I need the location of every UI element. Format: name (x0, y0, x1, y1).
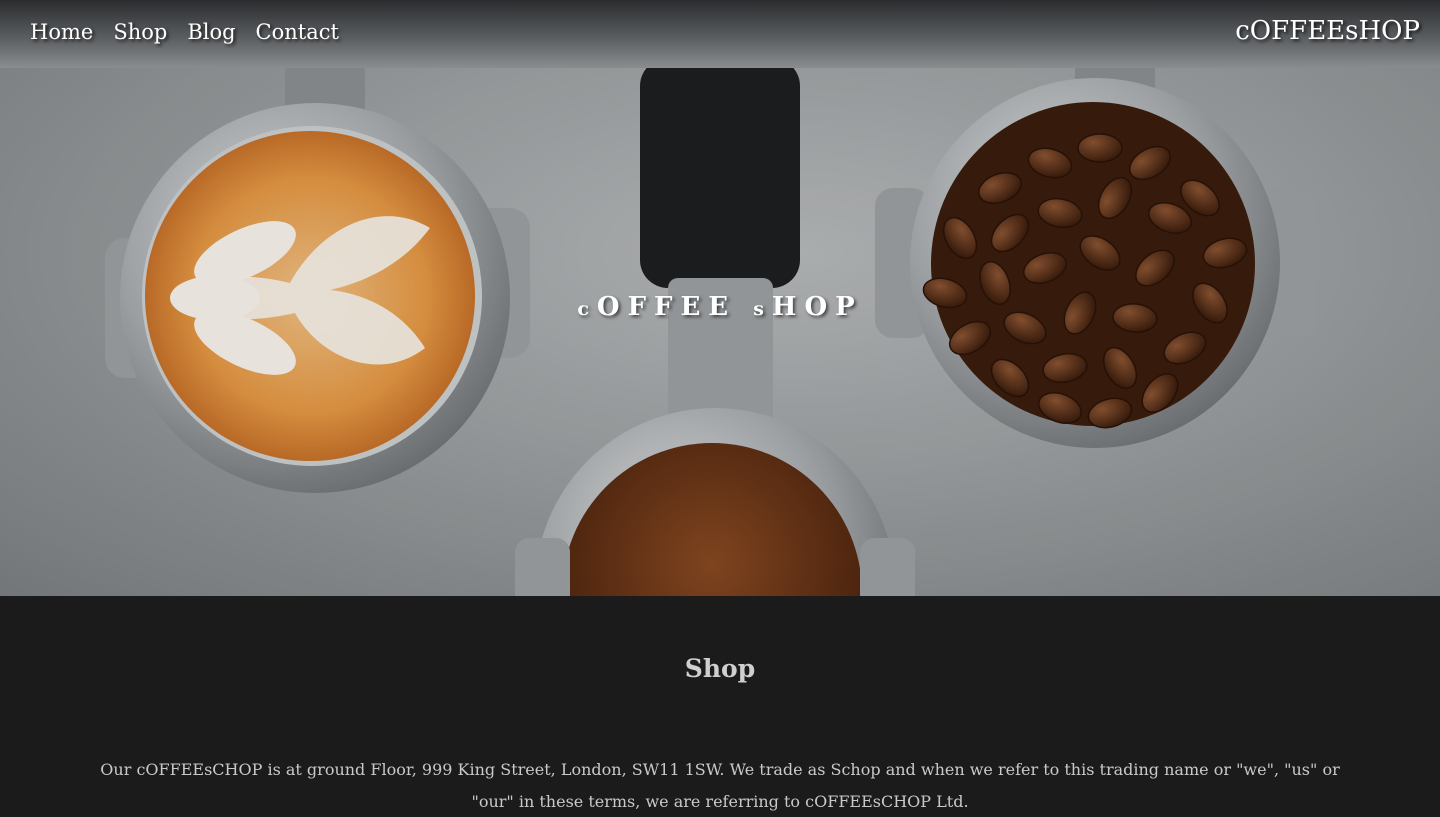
hero-coffee-image (0, 68, 1440, 596)
section-title: Shop (684, 654, 756, 683)
nav-link-shop[interactable]: Shop (113, 18, 167, 46)
hero-title-s: s (753, 298, 772, 320)
hero-banner: cOFFEE sHOP (0, 68, 1440, 596)
brand-logo-link[interactable]: cOFFEEsHOP (1235, 15, 1420, 47)
hero-title-prefix: c (577, 298, 597, 320)
nav-link-home[interactable]: Home (30, 18, 93, 46)
nav-link-contact[interactable]: Contact (256, 18, 339, 46)
section-text: Our cOFFEEsCHOP is at ground Floor, 999 … (100, 760, 1340, 811)
shop-section: Shop Our cOFFEEsCHOP is at ground Floor,… (0, 596, 1440, 817)
hero-title-end: HOP (771, 292, 863, 322)
top-navigation-bar: Home Shop Blog Contact cOFFEEsHOP (0, 0, 1440, 68)
main-nav: Home Shop Blog Contact (30, 18, 339, 46)
hero-title: cOFFEE sHOP (0, 292, 1440, 322)
hero-title-mid: OFFEE (596, 292, 737, 322)
nav-link-blog[interactable]: Blog (187, 18, 235, 46)
